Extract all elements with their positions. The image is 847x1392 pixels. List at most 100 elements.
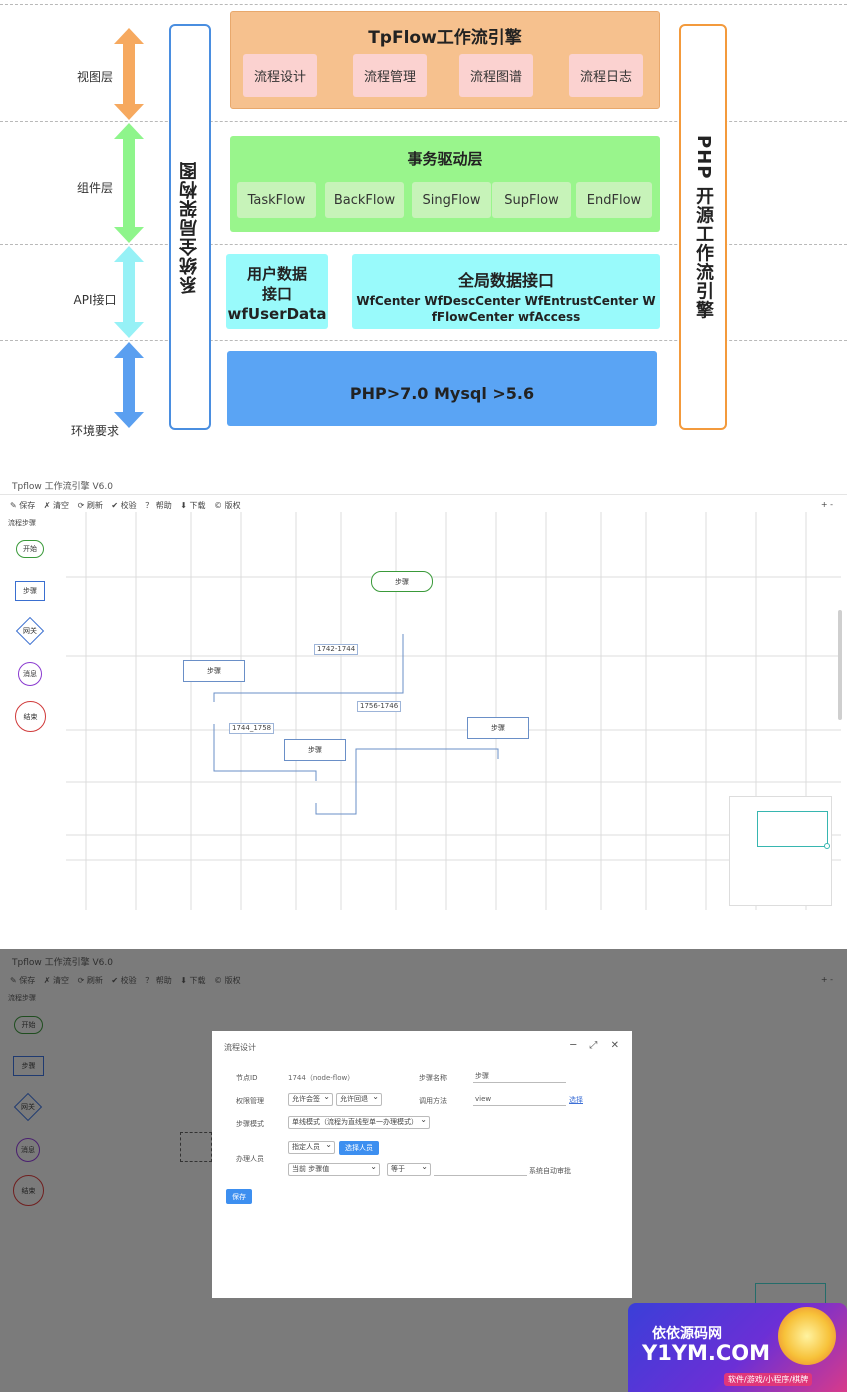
toolbar-save[interactable]: ✎ 保存 bbox=[10, 501, 35, 510]
environment-panel: PHP>7.0 Mysql >5.6 bbox=[227, 351, 657, 426]
editor-toolbar: ✎ 保存 ✗ 清空 ⟳ 刷新 ✔ 校验 ？ 帮助 ⬇ 下载 © 版权 bbox=[10, 500, 247, 511]
step-mode-label: 步骤模式 bbox=[236, 1120, 264, 1128]
edge-label[interactable]: 1744_1758 bbox=[229, 723, 275, 734]
component-chip: SingFlow bbox=[412, 182, 491, 218]
toolbar-check[interactable]: ✔ 校验 bbox=[111, 976, 136, 985]
palette-message[interactable]: 消息 bbox=[18, 662, 42, 686]
editor-toolbar: ✎ 保存 ✗ 清空 ⟳ 刷新 ✔ 校验 ？ 帮助 ⬇ 下载 © 版权 bbox=[10, 975, 247, 986]
palette-start[interactable]: 开始 bbox=[16, 540, 44, 558]
toolbar-help[interactable]: ？ 帮助 bbox=[145, 501, 172, 510]
selected-node[interactable] bbox=[180, 1132, 212, 1162]
view-chip: 流程设计 bbox=[243, 54, 317, 97]
palette-title: 流程步骤 bbox=[8, 994, 36, 1002]
toolbar-refresh[interactable]: ⟳ 刷新 bbox=[78, 976, 103, 985]
architecture-diagram: 视图层 组件层 API接口 环境要求 系统全局架构图 PHP 开源工作流引擎 T… bbox=[0, 0, 847, 465]
palette-title: 流程步骤 bbox=[8, 519, 36, 527]
global-api-line2: fFlowCenter wfAccess bbox=[431, 310, 581, 324]
perm-back-select[interactable]: 允许回退 bbox=[336, 1091, 382, 1106]
palette-gateway-icon[interactable]: 网关 bbox=[13, 1092, 43, 1122]
step-name-input[interactable]: 步骤 bbox=[473, 1070, 566, 1083]
palette-step[interactable]: 步骤 bbox=[15, 581, 45, 601]
call-method-select-link[interactable]: 选择 bbox=[569, 1095, 583, 1105]
palette-end[interactable]: 结束 bbox=[13, 1175, 44, 1206]
flow-node[interactable]: 步骤 bbox=[183, 660, 245, 682]
environment-label: PHP>7.0 Mysql >5.6 bbox=[349, 384, 535, 403]
toolbar-download[interactable]: ⬇ 下载 bbox=[180, 501, 205, 510]
toolbar-check[interactable]: ✔ 校验 bbox=[111, 501, 136, 510]
toolbar-save[interactable]: ✎ 保存 bbox=[10, 976, 35, 985]
view-chip: 流程图谱 bbox=[459, 54, 533, 97]
global-api-line1: WfCenter WfDescCenter WfEntrustCenter W bbox=[356, 294, 656, 308]
palette-start[interactable]: 开始 bbox=[14, 1016, 43, 1034]
watermark-line2: Y1YM.COM bbox=[642, 1341, 771, 1365]
condition-value-input[interactable] bbox=[434, 1163, 527, 1176]
system-architecture-label: 系统全局架构图 bbox=[179, 160, 200, 294]
toolbar-help[interactable]: ？ 帮助 bbox=[145, 976, 172, 985]
component-layer-panel: 事务驱动层 TaskFlow BackFlow SingFlow SupFlow… bbox=[230, 136, 660, 232]
toolbar-copyright[interactable]: © 版权 bbox=[214, 501, 241, 510]
watermark-logo: 依依源码网 Y1YM.COM 软件/游戏/小程序/棋牌 bbox=[628, 1303, 847, 1392]
php-engine-label: PHP 开源工作流引擎 bbox=[693, 134, 714, 320]
select-handler-button[interactable]: 选择人员 bbox=[339, 1141, 379, 1155]
user-data-line3: wfUserData bbox=[227, 305, 327, 323]
magnifier-icon bbox=[778, 1307, 836, 1365]
view-layer-title: TpFlow工作流引擎 bbox=[368, 28, 522, 48]
node-id-value: 1744（node-flow） bbox=[288, 1074, 355, 1082]
condition-field-select[interactable]: 当前 步骤值 bbox=[288, 1161, 380, 1176]
system-architecture-box: 系统全局架构图 bbox=[169, 24, 211, 430]
global-api-title: 全局数据接口 bbox=[457, 271, 554, 290]
zoom-controls[interactable]: + - bbox=[821, 975, 833, 984]
flow-node[interactable]: 步骤 bbox=[284, 739, 346, 761]
palette-gateway-icon[interactable]: 网关 bbox=[15, 616, 45, 646]
toolbar-clear[interactable]: ✗ 清空 bbox=[44, 976, 69, 985]
component-layer-title: 事务驱动层 bbox=[407, 150, 483, 168]
handler-label: 办理人员 bbox=[236, 1155, 264, 1163]
component-chip: EndFlow bbox=[576, 182, 652, 218]
palette-message[interactable]: 消息 bbox=[16, 1138, 40, 1162]
call-method-label: 调用方法 bbox=[419, 1097, 447, 1105]
php-engine-box: PHP 开源工作流引擎 bbox=[679, 24, 727, 430]
view-chip: 流程管理 bbox=[353, 54, 427, 97]
auto-approve-label: 系统自动审批 bbox=[529, 1167, 571, 1175]
perm-sign-select[interactable]: 允许会签 bbox=[288, 1091, 333, 1106]
view-layer-panel: TpFlow工作流引擎 流程设计 流程管理 流程图谱 流程日志 bbox=[230, 11, 660, 109]
edge-label[interactable]: 1742-1744 bbox=[314, 644, 359, 655]
user-data-panel: 用户数据 接口 wfUserData bbox=[226, 254, 328, 329]
toolbar-download[interactable]: ⬇ 下载 bbox=[180, 976, 205, 985]
condition-operator-select[interactable]: 等于 bbox=[387, 1161, 431, 1176]
view-chip: 流程日志 bbox=[569, 54, 643, 97]
global-api-panel: 全局数据接口 WfCenter WfDescCenter WfEntrustCe… bbox=[352, 254, 660, 329]
save-button[interactable]: 保存 bbox=[226, 1189, 252, 1204]
user-data-line1: 用户数据 bbox=[246, 265, 307, 283]
editor-title: Tpflow 工作流引擎 V6.0 bbox=[12, 958, 113, 968]
divider bbox=[0, 4, 847, 5]
watermark-line1: 依依源码网 bbox=[652, 1326, 722, 1342]
call-method-input[interactable]: view bbox=[473, 1093, 566, 1106]
double-arrow-icon bbox=[114, 342, 144, 428]
flow-node[interactable]: 步骤 bbox=[371, 571, 433, 592]
component-chip: SupFlow bbox=[492, 182, 571, 218]
toolbar-refresh[interactable]: ⟳ 刷新 bbox=[78, 501, 103, 510]
handler-select[interactable]: 指定人员 bbox=[288, 1139, 335, 1154]
step-mode-select[interactable]: 单线模式（流程为直线型单一办理模式） bbox=[288, 1114, 430, 1129]
flow-node[interactable]: 步骤 bbox=[467, 717, 529, 739]
user-data-line2: 接口 bbox=[261, 285, 292, 303]
palette-end[interactable]: 结束 bbox=[15, 701, 46, 732]
component-chip: BackFlow bbox=[325, 182, 404, 218]
scrollbar[interactable] bbox=[838, 610, 842, 720]
zoom-controls[interactable]: + - bbox=[821, 500, 833, 509]
modal-title: 流程设计 bbox=[224, 1043, 256, 1052]
grid-canvas[interactable] bbox=[66, 512, 841, 910]
toolbar-clear[interactable]: ✗ 清空 bbox=[44, 501, 69, 510]
minimap[interactable] bbox=[729, 796, 832, 906]
double-arrow-icon bbox=[114, 123, 144, 243]
palette-step[interactable]: 步骤 bbox=[13, 1056, 44, 1076]
double-arrow-icon bbox=[114, 28, 144, 120]
perm-label: 权限管理 bbox=[236, 1097, 264, 1105]
modal-window-controls[interactable]: ─ ⤢ ✕ bbox=[570, 1040, 624, 1051]
toolbar-copyright[interactable]: © 版权 bbox=[214, 976, 241, 985]
node-id-label: 节点ID bbox=[236, 1074, 258, 1082]
double-arrow-icon bbox=[114, 246, 144, 338]
node-settings-modal: 流程设计 ─ ⤢ ✕ 节点ID 1744（node-flow） 步骤名称 步骤 … bbox=[212, 1031, 632, 1298]
edge-label[interactable]: 1756-1746 bbox=[357, 701, 402, 712]
